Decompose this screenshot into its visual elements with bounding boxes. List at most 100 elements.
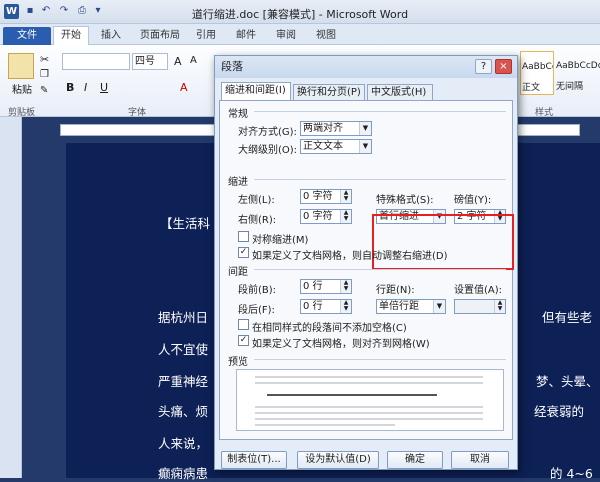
spinner-arrows-icon: ▲ ▼ — [340, 190, 351, 203]
tabs-button[interactable]: 制表位(T)... — [221, 451, 287, 469]
divider — [254, 179, 506, 180]
chevron-down-icon: ▼ — [359, 122, 371, 135]
doc-line: 但有些老 — [542, 310, 593, 325]
spinner-arrows-icon: ▲ ▼ — [340, 300, 351, 313]
doc-line: 梦、头晕、 — [536, 374, 599, 389]
preview-line — [255, 412, 483, 414]
tab-asian-typography[interactable]: 中文版式(H) — [367, 84, 433, 100]
divider — [254, 269, 506, 270]
tab-view[interactable]: 视图 — [306, 27, 346, 45]
space-before-spinner[interactable]: 0 行 ▲ ▼ — [300, 279, 352, 294]
auto-adjust-label: 如果定义了文档网格，则自动调整右缩进(D) — [252, 251, 448, 262]
help-button[interactable]: ? — [475, 59, 492, 74]
alignment-select[interactable]: 两端对齐 ▼ — [300, 121, 372, 136]
space-after-spinner[interactable]: 0 行 ▲ ▼ — [300, 299, 352, 314]
no-space-same-style-label: 在相同样式的段落间不添加空格(C) — [252, 323, 407, 334]
indent-by-label: 磅值(Y): — [454, 195, 492, 206]
ribbon-tabs: 文件 开始 插入 页面布局 引用 邮件 审阅 视图 — [0, 24, 600, 46]
snap-to-grid-label: 如果定义了文档网格，则对齐到网格(W) — [252, 339, 430, 350]
tab-references[interactable]: 引用 — [186, 27, 226, 45]
cancel-button[interactable]: 取消 — [451, 451, 509, 469]
spinner-arrows-icon: ▲ ▼ — [494, 300, 505, 313]
doc-line: 的 4~6 — [550, 466, 593, 481]
font-group-label: 字体 — [128, 108, 147, 118]
tab-file[interactable]: 文件 — [3, 27, 51, 45]
tab-home[interactable]: 开始 — [53, 26, 89, 46]
divider — [254, 359, 506, 360]
paste-label[interactable]: 粘贴 — [12, 81, 32, 96]
left-indent-label: 左侧(L): — [238, 195, 275, 206]
outline-level-select[interactable]: 正文文本 ▼ — [300, 139, 372, 154]
paste-icon[interactable] — [8, 53, 34, 79]
preview-line — [255, 418, 483, 420]
spacing-at-label: 设置值(A): — [454, 285, 503, 296]
preview-line — [255, 406, 483, 408]
close-button[interactable]: × — [495, 59, 512, 74]
dialog-panel: 常规 对齐方式(G): 两端对齐 ▼ 大纲级别(O): 正文文本 ▼ 缩进 左侧(L… — [219, 100, 514, 440]
italic-icon[interactable]: I — [84, 81, 87, 94]
tab-review[interactable]: 审阅 — [266, 27, 306, 45]
font-name-combo[interactable] — [62, 53, 130, 70]
font-size-combo[interactable]: 四号 — [132, 53, 168, 70]
cut-icon[interactable]: ✂ — [40, 53, 49, 66]
outline-level-label: 大纲级别(O): — [238, 145, 298, 156]
set-default-button[interactable]: 设为默认值(D) — [297, 451, 379, 469]
left-indent-spinner[interactable]: 0 字符 ▲ ▼ — [300, 189, 352, 204]
style-normal-tile[interactable]: AaBbCcDc正文 — [520, 51, 554, 95]
window-title: 道行缩进.doc [兼容模式] - Microsoft Word — [191, 8, 409, 21]
font-color-icon[interactable]: A — [180, 81, 188, 94]
right-indent-label: 右侧(R): — [238, 215, 277, 226]
grow-font-icon[interactable]: A — [174, 55, 182, 68]
space-after-label: 段后(F): — [238, 305, 275, 316]
auto-adjust-checkbox[interactable]: ✓ — [238, 247, 249, 258]
chevron-down-icon: ▼ — [359, 140, 371, 153]
snap-to-grid-checkbox[interactable]: ✓ — [238, 335, 249, 346]
style-nospacing-tile[interactable]: AaBbCcDc 无间隔 — [556, 51, 600, 95]
space-before-label: 段前(B): — [238, 285, 277, 296]
format-painter-icon[interactable]: ✎ — [40, 85, 48, 96]
special-format-label: 特殊格式(S): — [376, 195, 434, 206]
left-vertical-ruler — [0, 117, 22, 478]
chevron-down-icon: ▼ — [433, 300, 445, 313]
divider — [254, 111, 506, 112]
copy-icon[interactable]: ❐ — [40, 69, 49, 80]
styles-group-label: 样式 — [535, 108, 554, 118]
bold-icon[interactable]: B — [66, 81, 74, 94]
doc-line: 经衰弱的 — [534, 404, 585, 419]
right-indent-spinner[interactable]: 0 字符 ▲ ▼ — [300, 209, 352, 224]
no-space-same-style-checkbox[interactable] — [238, 319, 249, 330]
general-heading: 常规 — [228, 109, 248, 120]
preview-box — [236, 369, 504, 431]
line-spacing-label: 行距(N): — [376, 285, 415, 296]
preview-line — [255, 424, 395, 426]
dialog-tab-row: 缩进和间距(I) 换行和分页(P) 中文版式(H) — [219, 82, 515, 100]
ok-button[interactable]: 确定 — [387, 451, 443, 469]
dialog-title: 段落 — [215, 56, 517, 78]
title-bar: W ▪ ↶ ↷ ⎙ ▾ 道行缩进.doc [兼容模式] - Microsoft … — [0, 0, 600, 24]
tab-mailings[interactable]: 邮件 — [226, 27, 266, 45]
tab-page-layout[interactable]: 页面布局 — [134, 27, 186, 45]
doc-line: 人不宜使 — [158, 342, 209, 357]
spinner-arrows-icon: ▲ ▼ — [340, 280, 351, 293]
line-spacing-select[interactable]: 单倍行距 ▼ — [376, 299, 446, 314]
doc-line: 人来说， — [158, 436, 209, 451]
preview-line — [255, 382, 483, 384]
tab-insert[interactable]: 插入 — [96, 27, 126, 45]
tab-indents-spacing[interactable]: 缩进和间距(I) — [221, 82, 291, 100]
alignment-label: 对齐方式(G): — [238, 127, 297, 138]
tab-line-page-breaks[interactable]: 换行和分页(P) — [293, 84, 365, 100]
paragraph-dialog: 段落 ? × 缩进和间距(I) 换行和分页(P) 中文版式(H) 常规 对齐方式… — [214, 55, 518, 470]
preview-line — [267, 394, 437, 396]
underline-icon[interactable]: U — [100, 81, 108, 94]
preview-line — [255, 376, 483, 378]
doc-line: 头痛、烦 — [158, 404, 209, 419]
doc-line: 癫痫病患 — [158, 466, 209, 481]
spacing-at-spinner[interactable]: ▲ ▼ — [454, 299, 506, 314]
shrink-font-icon[interactable]: A — [190, 55, 197, 66]
doc-line: 据杭州日 — [158, 310, 209, 325]
indent-heading: 缩进 — [228, 177, 248, 188]
preview-heading: 预览 — [228, 357, 248, 368]
mirror-indent-checkbox[interactable] — [238, 231, 249, 242]
spacing-heading: 间距 — [228, 267, 248, 278]
spinner-arrows-icon: ▲ ▼ — [340, 210, 351, 223]
